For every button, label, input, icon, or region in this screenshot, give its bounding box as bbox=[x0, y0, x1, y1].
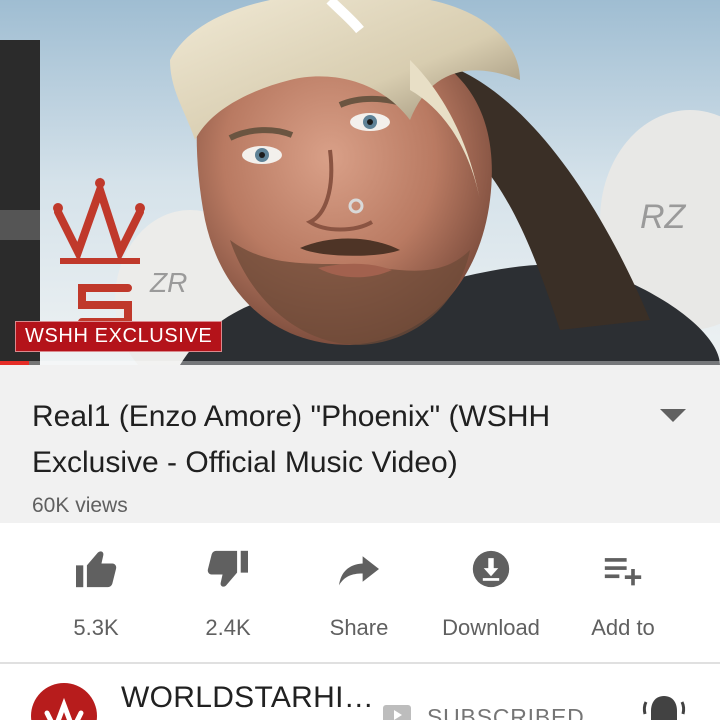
video-title[interactable]: Real1 (Enzo Amore) "Phoenix" (WSHH Exclu… bbox=[32, 394, 612, 486]
share-label: Share bbox=[329, 615, 389, 640]
add-to-button[interactable]: Add to bbox=[558, 549, 688, 641]
playlist-add-icon bbox=[604, 558, 642, 586]
download-icon bbox=[472, 550, 510, 588]
action-bar: 5.3K 2.4K Share Download Add to bbox=[0, 523, 720, 663]
dislike-count: 2.4K bbox=[205, 615, 251, 640]
notification-bell-icon[interactable] bbox=[640, 692, 688, 720]
share-icon bbox=[339, 556, 379, 586]
video-player[interactable]: RZ ZR WSHH EXCLUSIVE bbox=[0, 0, 720, 365]
channel-avatar[interactable] bbox=[31, 683, 97, 720]
download-label: Download bbox=[442, 615, 540, 640]
video-info: Real1 (Enzo Amore) "Phoenix" (WSHH Exclu… bbox=[0, 365, 720, 523]
subscribed-play-icon bbox=[383, 705, 411, 720]
like-count: 5.3K bbox=[73, 615, 119, 640]
add-to-label: Add to bbox=[591, 615, 655, 640]
video-frame: RZ ZR bbox=[0, 0, 720, 365]
download-button[interactable]: Download bbox=[426, 549, 556, 641]
svg-text:ZR: ZR bbox=[149, 267, 187, 298]
subscribe-button[interactable]: SUBSCRIBED bbox=[427, 704, 585, 720]
dislike-button[interactable]: 2.4K bbox=[163, 549, 293, 641]
exclusive-badge-text: WSHH EXCLUSIVE bbox=[25, 325, 213, 347]
channel-row: WORLDSTARHI… SUBSCRIBED bbox=[0, 664, 720, 720]
expand-description-icon[interactable] bbox=[660, 409, 686, 423]
svg-text:RZ: RZ bbox=[640, 198, 687, 236]
thumbs-down-icon bbox=[207, 550, 248, 587]
like-button[interactable]: 5.3K bbox=[31, 549, 161, 641]
channel-logo-icon bbox=[44, 697, 84, 720]
thumbs-up-icon bbox=[76, 551, 117, 588]
exclusive-badge: WSHH EXCLUSIVE bbox=[15, 321, 223, 352]
channel-name[interactable]: WORLDSTARHI… bbox=[121, 681, 374, 715]
view-count: 60K views bbox=[32, 494, 128, 517]
share-button[interactable]: Share bbox=[294, 549, 424, 641]
